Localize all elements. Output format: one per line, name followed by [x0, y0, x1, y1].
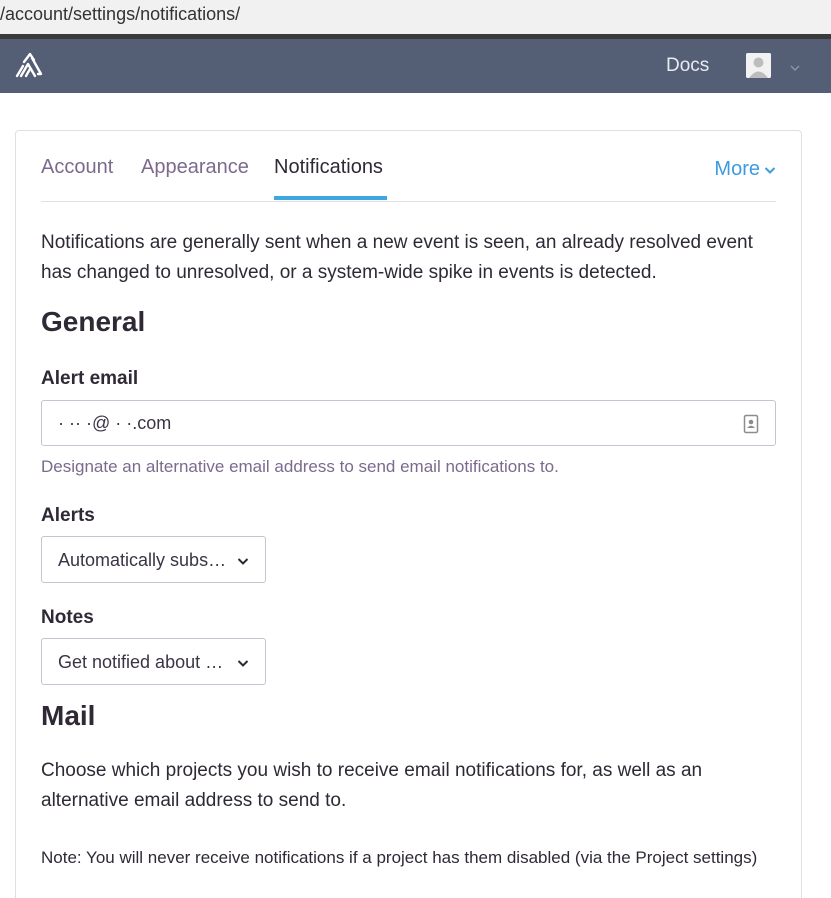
docs-link[interactable]: Docs: [666, 55, 709, 77]
sentry-logo-icon[interactable]: [14, 52, 44, 80]
notes-selected-value: Get notified about …: [58, 652, 224, 672]
more-dropdown[interactable]: More: [714, 158, 776, 181]
chevron-down-icon: [237, 558, 249, 565]
alerts-selected-value: Automatically subs…: [58, 550, 227, 570]
alert-email-help: Designate an alternative email address t…: [41, 457, 559, 476]
alert-email-value[interactable]: · ·· ·@ · ·.com: [58, 413, 171, 434]
alerts-label: Alerts: [41, 505, 95, 526]
notes-select[interactable]: Get notified about …: [41, 638, 266, 685]
general-heading: General: [41, 306, 146, 337]
more-label: More: [714, 158, 760, 180]
tab-appearance[interactable]: Appearance: [141, 156, 249, 179]
alerts-select[interactable]: Automatically subs…: [41, 536, 266, 583]
alert-email-label: Alert email: [41, 368, 139, 389]
notes-label: Notes: [41, 607, 94, 628]
contact-card-icon[interactable]: [743, 414, 759, 439]
mail-description: Choose which projects you wish to receiv…: [41, 760, 703, 811]
tab-notifications[interactable]: Notifications: [274, 156, 383, 179]
alert-email-field[interactable]: · ·· ·@ · ·.com: [41, 400, 776, 446]
chevron-down-icon: [237, 660, 249, 667]
settings-tabs: Account Appearance Notifications More: [41, 130, 776, 202]
chevron-down-icon: [764, 167, 776, 174]
notifications-intro: Notifications are generally sent when a …: [41, 232, 753, 283]
active-tab-indicator: [274, 196, 387, 200]
top-navigation: Docs: [0, 39, 831, 93]
tab-account[interactable]: Account: [41, 156, 113, 179]
avatar-icon[interactable]: [746, 53, 771, 78]
chevron-down-icon[interactable]: [789, 60, 801, 72]
browser-url-bar[interactable]: /account/settings/notifications/: [0, 0, 831, 34]
mail-heading: Mail: [41, 700, 96, 731]
url-text[interactable]: /account/settings/notifications/: [0, 4, 240, 25]
mail-note: Note: You will never receive notificatio…: [41, 848, 758, 867]
